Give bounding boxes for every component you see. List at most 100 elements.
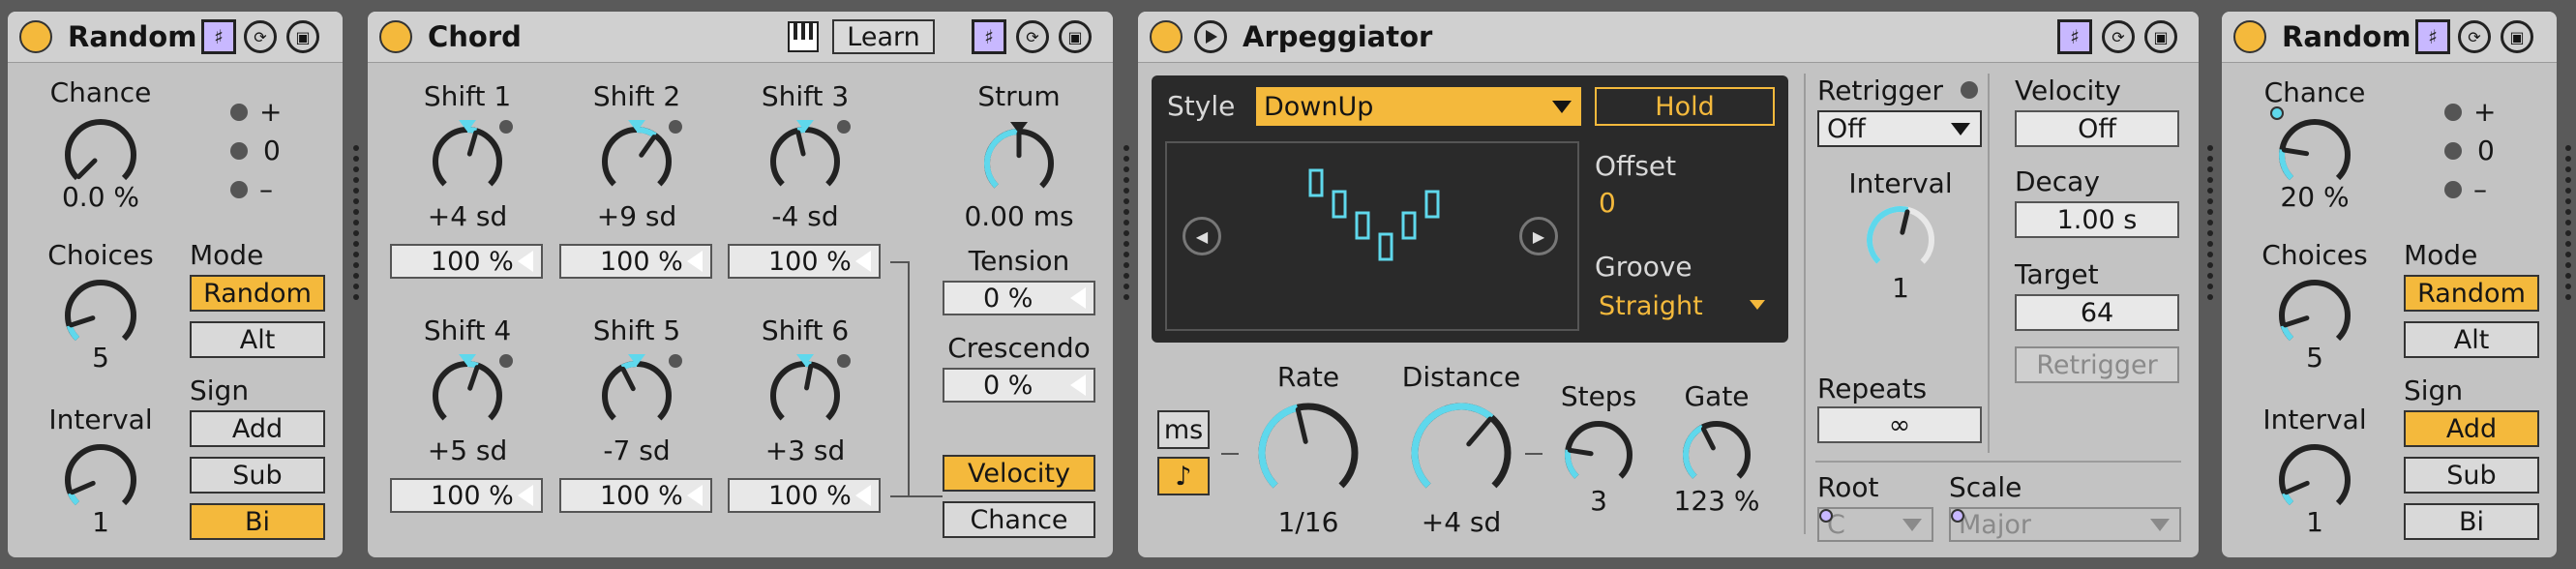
shift-2-knob[interactable] xyxy=(599,120,674,199)
sign-add-button[interactable]: Add xyxy=(190,410,325,447)
crescendo-slider[interactable]: 0 % xyxy=(943,368,1095,403)
sign-sub-button[interactable]: Sub xyxy=(2404,457,2539,494)
offset-label: Offset xyxy=(1595,150,1677,182)
device-resize-handle[interactable] xyxy=(352,145,360,305)
rate-knob[interactable] xyxy=(1256,401,1361,505)
style-value: DownUp xyxy=(1264,91,1374,122)
velocity-mode-button[interactable]: Velocity xyxy=(943,455,1095,492)
play-icon[interactable] xyxy=(1194,20,1227,53)
learn-button[interactable]: Learn xyxy=(832,19,935,54)
shift-4-velocity[interactable]: 100 % xyxy=(390,478,543,513)
scale-dropdown[interactable]: Major xyxy=(1949,507,2181,542)
hold-button[interactable]: Hold xyxy=(1595,87,1775,126)
shift-3-label: Shift 3 xyxy=(761,80,850,112)
mode-alt-button[interactable]: Alt xyxy=(190,321,325,358)
distance-label: Distance xyxy=(1401,361,1521,393)
pattern-step xyxy=(1355,211,1370,240)
hot-swap-icon[interactable]: ⟳ xyxy=(1016,20,1049,53)
sign-minus-label: – xyxy=(259,173,273,205)
target-label: Target xyxy=(2015,258,2099,290)
save-preset-icon[interactable]: ▣ xyxy=(286,20,319,53)
velocity-retrigger-button[interactable]: Retrigger xyxy=(2015,346,2179,383)
shift-6-knob[interactable] xyxy=(767,354,843,434)
shift-3-velocity[interactable]: 100 % xyxy=(728,244,881,279)
hot-swap-icon[interactable]: ⟳ xyxy=(244,20,277,53)
sign-plus-indicator xyxy=(2444,104,2462,121)
shift-3-value: -4 sd xyxy=(771,200,839,232)
root-dropdown[interactable]: C xyxy=(1817,507,1933,542)
save-preset-icon[interactable]: ▣ xyxy=(2501,20,2533,53)
shift-5-knob[interactable] xyxy=(599,354,674,434)
rate-sync-button[interactable]: ♪ xyxy=(1157,457,1210,495)
root-label: Root xyxy=(1817,471,1879,503)
style-dropdown[interactable]: DownUp xyxy=(1256,87,1581,126)
mode-random-button[interactable]: Random xyxy=(2404,275,2539,312)
arp-interval-value: 1 xyxy=(1892,272,1909,304)
shift-1-velocity[interactable]: 100 % xyxy=(390,244,543,279)
scale-aware-toggle[interactable]: ♯ xyxy=(972,19,1006,54)
scale-aware-toggle[interactable]: ♯ xyxy=(201,19,236,54)
chance-mode-button[interactable]: Chance xyxy=(943,501,1095,538)
shift-6-velocity[interactable]: 100 % xyxy=(728,478,881,513)
device-title-bar: Arpeggiator ♯ ⟳ ▣ xyxy=(1138,12,2199,63)
distance-knob[interactable] xyxy=(1409,401,1513,505)
distance-value: +4 sd xyxy=(1421,506,1502,538)
target-value[interactable]: 64 xyxy=(2015,294,2179,331)
shift-3-knob[interactable] xyxy=(767,120,843,199)
mode-random-button[interactable]: Random xyxy=(190,275,325,312)
shift-5-velocity[interactable]: 100 % xyxy=(559,478,712,513)
shift-2-velocity[interactable]: 100 % xyxy=(559,244,712,279)
pattern-next-icon[interactable]: ▶ xyxy=(1519,217,1558,255)
piano-keyboard-icon[interactable] xyxy=(786,19,821,54)
device-power-button[interactable] xyxy=(1150,20,1183,53)
sign-sub-button[interactable]: Sub xyxy=(190,457,325,494)
hot-swap-icon[interactable]: ⟳ xyxy=(2102,20,2135,53)
decay-value[interactable]: 1.00 s xyxy=(2015,201,2179,238)
device-resize-handle[interactable] xyxy=(1123,145,1130,305)
rate-mode-connector xyxy=(1221,453,1239,455)
shift-4-label: Shift 4 xyxy=(423,314,512,346)
steps-knob[interactable] xyxy=(1562,418,1635,492)
shift-1-knob[interactable] xyxy=(430,120,505,199)
sign-bi-button[interactable]: Bi xyxy=(2404,503,2539,540)
rate-value: 1/16 xyxy=(1277,506,1339,538)
chance-label: Chance xyxy=(49,76,152,108)
offset-value[interactable]: 0 xyxy=(1599,188,1616,219)
retrigger-dropdown[interactable]: Off xyxy=(1817,110,1982,147)
sign-add-button[interactable]: Add xyxy=(2404,410,2539,447)
repeats-value[interactable]: ∞ xyxy=(1817,406,1982,443)
tension-label: Tension xyxy=(968,245,1070,277)
pattern-step xyxy=(1401,211,1417,240)
rate-ms-button[interactable]: ms xyxy=(1157,410,1210,449)
gate-knob[interactable] xyxy=(1680,418,1753,492)
shift-4-knob[interactable] xyxy=(430,354,505,434)
knob-needle xyxy=(467,365,480,391)
knob-needle xyxy=(75,158,98,180)
scale-aware-toggle[interactable]: ♯ xyxy=(2057,19,2092,54)
tension-slider[interactable]: 0 % xyxy=(943,281,1095,315)
shift-2-led xyxy=(669,120,682,134)
velocity-toggle[interactable]: Off xyxy=(2015,110,2179,147)
device-title: Chord xyxy=(428,20,522,53)
scale-aware-toggle[interactable]: ♯ xyxy=(2415,19,2450,54)
device-resize-handle[interactable] xyxy=(2206,145,2214,305)
mode-alt-button[interactable]: Alt xyxy=(2404,321,2539,358)
device-power-button[interactable] xyxy=(19,20,52,53)
pattern-prev-icon[interactable]: ◀ xyxy=(1183,217,1221,255)
save-preset-icon[interactable]: ▣ xyxy=(2144,20,2177,53)
strum-knob[interactable] xyxy=(981,122,1057,201)
device-title-bar: Random ♯ ⟳ ▣ xyxy=(8,12,343,63)
groove-dropdown[interactable]: Straight xyxy=(1593,286,1775,325)
save-preset-icon[interactable]: ▣ xyxy=(1059,20,1092,53)
hot-swap-icon[interactable]: ⟳ xyxy=(2458,20,2491,53)
sign-bi-button[interactable]: Bi xyxy=(190,503,325,540)
arp-interval-label: Interval xyxy=(1848,167,1953,199)
knob-needle xyxy=(2284,480,2310,495)
retrigger-led xyxy=(1961,81,1978,99)
knob-track xyxy=(65,119,136,181)
device-resize-handle[interactable] xyxy=(2564,145,2572,305)
arp-interval-knob[interactable] xyxy=(1864,203,1937,277)
knob-needle xyxy=(1567,447,1594,457)
device-power-button[interactable] xyxy=(2233,20,2266,53)
device-power-button[interactable] xyxy=(379,20,412,53)
